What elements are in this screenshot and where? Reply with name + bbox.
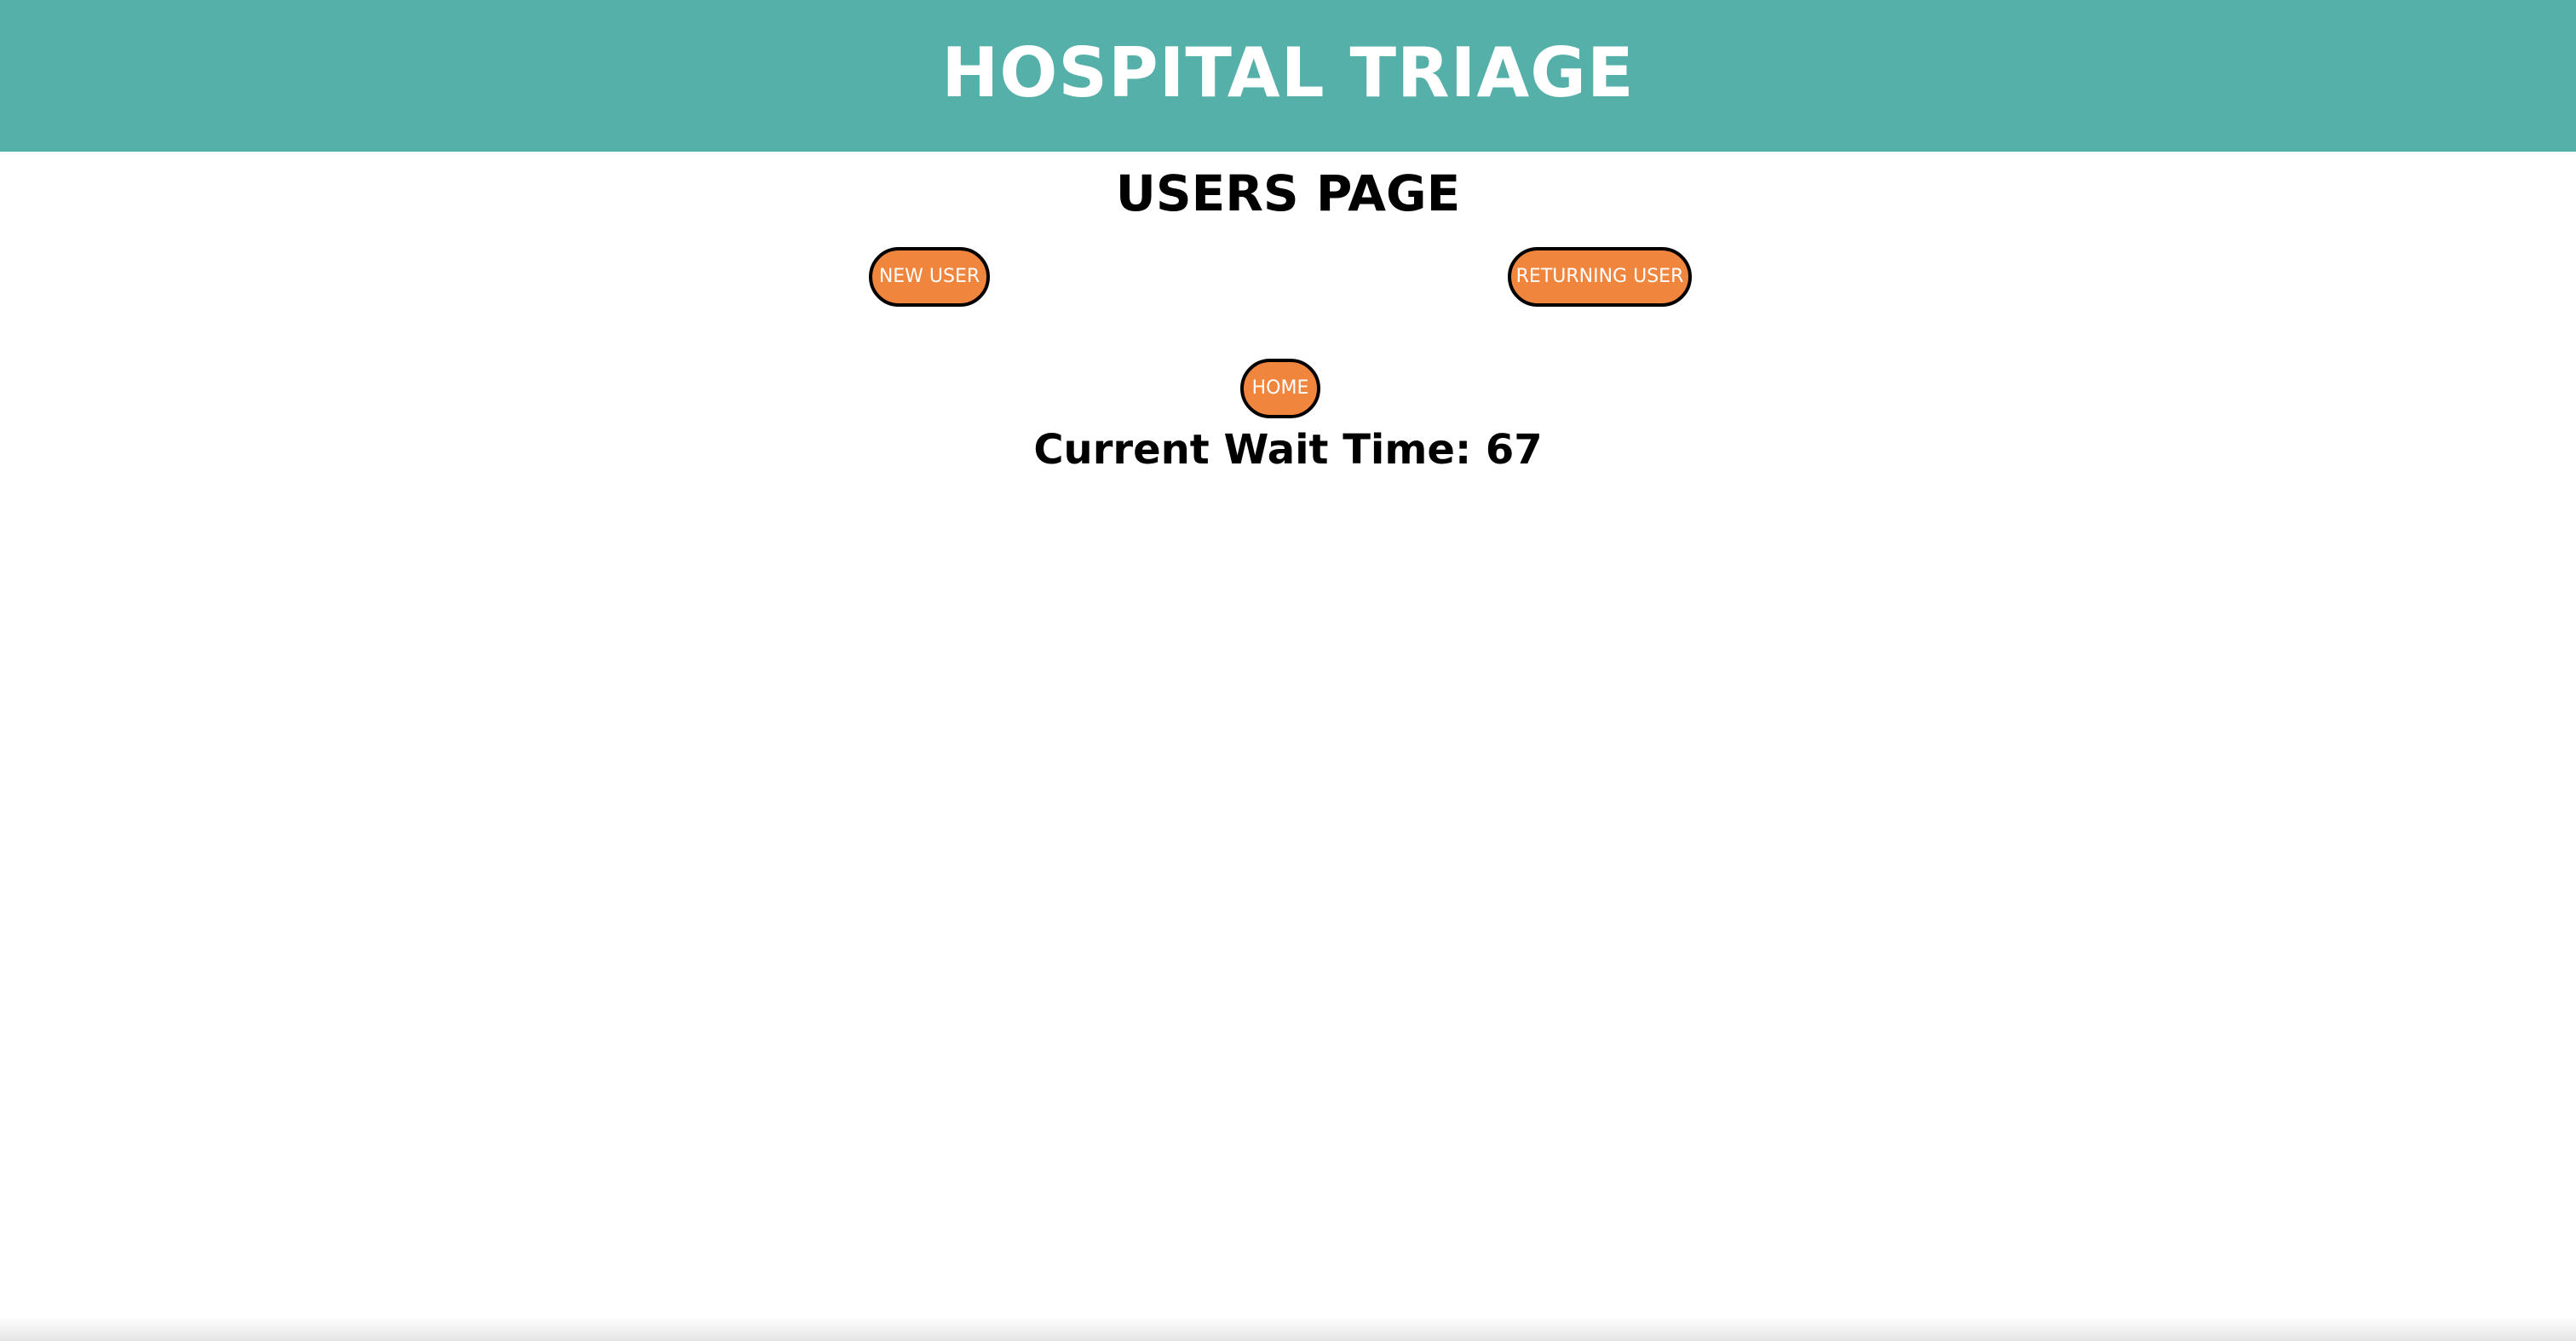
new-user-button[interactable]: NEW USER (869, 247, 990, 307)
wait-time-label: Current Wait Time: (1033, 426, 1472, 474)
page-title: USERS PAGE (1115, 164, 1461, 222)
app-title: HOSPITAL TRIAGE (941, 33, 1635, 112)
wait-time-value: 67 (1485, 426, 1543, 474)
page: HOSPITAL TRIAGE USERS PAGE NEW USER RETU… (0, 0, 2576, 1341)
wait-time-display: Current Wait Time: 67 (0, 424, 2576, 475)
home-button[interactable]: HOME (1240, 359, 1320, 418)
bottom-edge-shadow (0, 1315, 2576, 1341)
header-bar: HOSPITAL TRIAGE (0, 0, 2576, 152)
returning-user-button[interactable]: RETURNING USER (1508, 247, 1692, 307)
